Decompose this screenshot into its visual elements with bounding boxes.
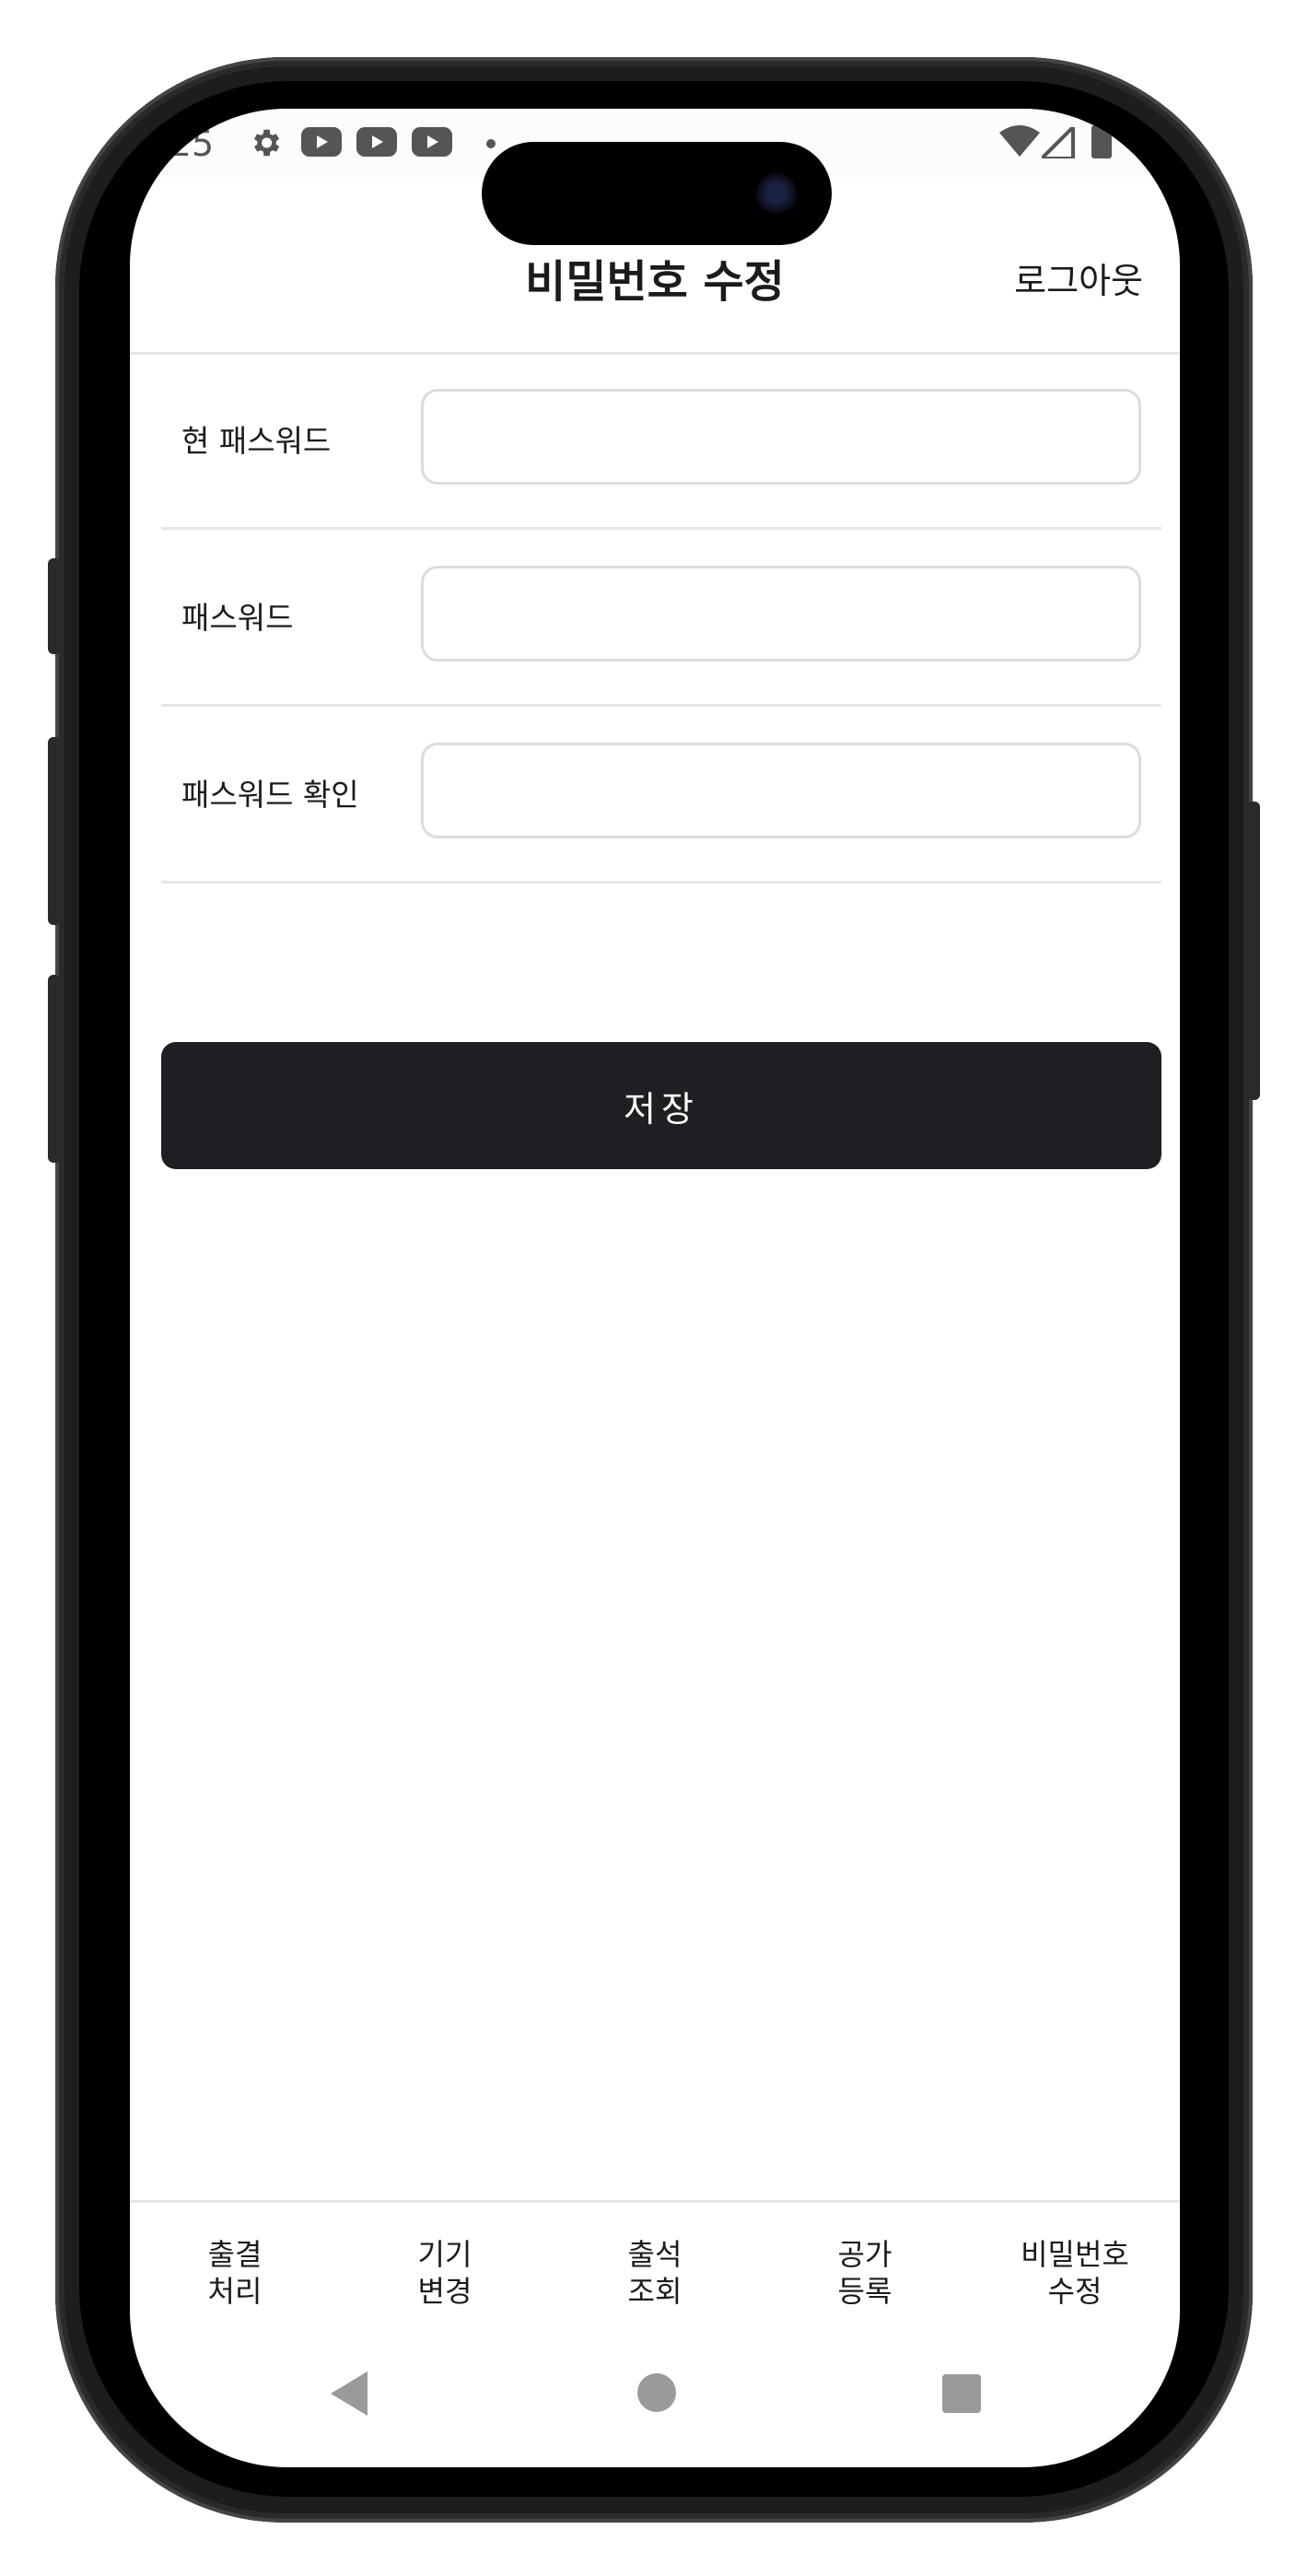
current-password-row: 현 패스워드: [161, 352, 1161, 530]
status-time: :25: [158, 123, 215, 164]
nav-item-label: 수정: [1047, 2274, 1103, 2309]
nav-item-device-change[interactable]: 기기 변경: [340, 2236, 550, 2310]
logout-button[interactable]: 로그아웃: [1014, 252, 1143, 303]
app-header: 비밀번호 수정 로그아웃: [130, 245, 1180, 355]
save-button[interactable]: 저장: [161, 1042, 1161, 1169]
nav-item-label: 변경: [417, 2274, 473, 2309]
new-password-label: 패스워드: [181, 600, 294, 636]
bottom-nav: 출결 처리 기기 변경 출석 조회 공가 등록 비밀번호 수정: [130, 2200, 1180, 2374]
new-password-input[interactable]: [421, 566, 1141, 662]
recents-icon[interactable]: [942, 2374, 981, 2413]
gear-icon: [253, 129, 280, 157]
current-password-input[interactable]: [421, 389, 1141, 485]
battery-icon: [1091, 122, 1112, 158]
back-icon[interactable]: [331, 2371, 368, 2416]
nav-item-label: 처리: [207, 2274, 263, 2309]
youtube-icon: [301, 127, 342, 157]
youtube-icon: [412, 127, 452, 157]
dot-icon: [486, 139, 496, 148]
system-nav-bar: [130, 2371, 1180, 2467]
nav-item-label: 비밀번호: [1021, 2237, 1129, 2272]
dynamic-island: [482, 142, 832, 245]
screen: :25 비밀번호 수정 로그아웃 현 패스워드 패스워드 패스워드 확인 저장 …: [130, 109, 1180, 2467]
volume-up-button: [48, 737, 61, 925]
current-password-label: 현 패스워드: [181, 423, 332, 459]
confirm-password-input[interactable]: [421, 743, 1141, 838]
nav-item-label: 공가: [837, 2237, 893, 2272]
youtube-icon: [356, 127, 397, 157]
signal-icon: [1042, 127, 1075, 158]
wifi-icon: [999, 125, 1040, 157]
home-icon[interactable]: [637, 2373, 676, 2412]
new-password-row: 패스워드: [161, 529, 1161, 707]
nav-item-change-password[interactable]: 비밀번호 수정: [970, 2236, 1180, 2310]
nav-item-label: 출결: [207, 2237, 263, 2272]
nav-item-label: 기기: [417, 2237, 473, 2272]
confirm-password-label: 패스워드 확인: [181, 777, 359, 813]
volume-down-button: [48, 975, 61, 1163]
nav-item-label: 등록: [837, 2274, 893, 2309]
nav-item-attendance-process[interactable]: 출결 처리: [130, 2236, 340, 2310]
nav-item-label: 조회: [627, 2274, 683, 2309]
nav-item-label: 출석: [627, 2237, 683, 2272]
action-button: [48, 558, 61, 654]
camera-icon: [756, 173, 797, 214]
nav-item-attendance-lookup[interactable]: 출석 조회: [550, 2236, 760, 2310]
nav-item-official-leave[interactable]: 공가 등록: [760, 2236, 970, 2310]
power-button: [1247, 802, 1260, 1100]
confirm-password-row: 패스워드 확인: [161, 706, 1161, 884]
